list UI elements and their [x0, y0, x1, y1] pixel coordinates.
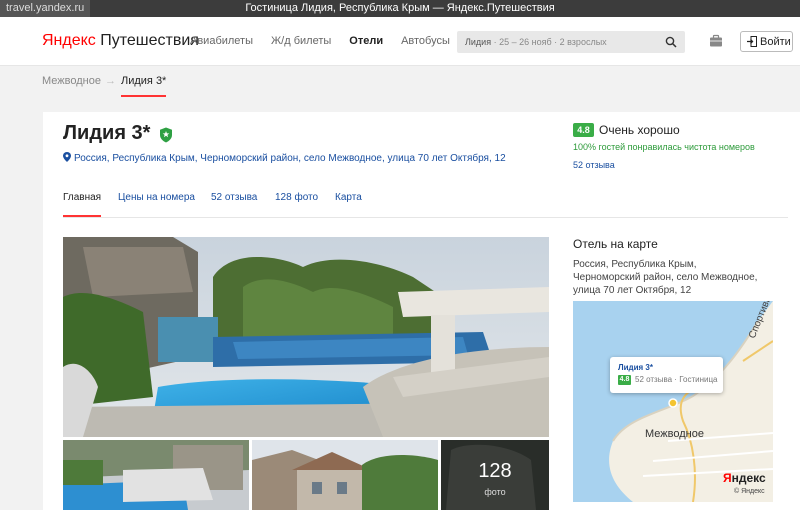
login-icon [747, 36, 757, 47]
hotel-map[interactable]: Лидия 3* 4.8 52 отзыва · Гостиница Межво… [573, 301, 773, 502]
hotel-address-link[interactable]: Россия, Республика Крым, Черноморский ра… [63, 152, 506, 164]
browser-title-bar: travel.yandex.ru Гостиница Лидия, Респуб… [0, 0, 800, 17]
search-icon[interactable] [665, 36, 677, 48]
tab-prices[interactable]: Цены на номера [118, 192, 195, 217]
map-logo-suffix: ндекс [731, 471, 766, 485]
briefcase-icon[interactable] [709, 34, 723, 48]
hotel-card: Лидия 3* Россия, Республика Крым, Черном… [43, 112, 800, 510]
verified-shield-icon [160, 127, 172, 143]
login-label: Войти [760, 36, 791, 48]
nav-hotels[interactable]: Отели [349, 35, 383, 47]
map-section-title: Отель на карте [573, 237, 658, 251]
map-address: Россия, Республика Крым, Черноморский ра… [573, 259, 758, 296]
location-pin-icon [63, 152, 71, 162]
main-nav: Авиабилеты Ж/д билеты Отели Автобусы [190, 17, 468, 65]
reviews-link[interactable]: 52 отзыва [573, 160, 615, 170]
nav-trains[interactable]: Ж/д билеты [271, 35, 331, 47]
tab-main[interactable]: Главная [63, 192, 102, 217]
photo-count: 128 [478, 460, 512, 482]
map-copyright: © Яндекс [734, 488, 765, 495]
thumbnail-photo [63, 440, 249, 510]
gallery-thumbnail[interactable] [63, 440, 249, 510]
breadcrumb-separator: → [105, 75, 116, 87]
hotel-tabs: Главная Цены на номера 52 отзыва 128 фот… [63, 190, 788, 218]
photo-count-label: фото [484, 487, 506, 497]
logo-prefix: Яндекс [42, 32, 96, 49]
gallery-thumbnail[interactable] [252, 440, 438, 510]
map-popup-rating: 4.8 [618, 375, 631, 385]
main-photo[interactable] [63, 237, 549, 437]
search-details: · 25 – 26 нояб · 2 взрослых [491, 37, 607, 47]
map-popup-name: Лидия 3* [618, 363, 653, 372]
rating-label: Очень хорошо [599, 123, 680, 137]
search-place: Лидия [465, 37, 492, 47]
yandex-travel-logo[interactable]: Яндекс Путешествия [42, 32, 199, 50]
search-summary: Лидия · 25 – 26 нояб · 2 взрослых [465, 31, 607, 53]
map-popup-details: 52 отзыва · Гостиница [635, 375, 718, 384]
tab-map[interactable]: Карта [335, 192, 362, 217]
tab-reviews[interactable]: 52 отзыва [211, 192, 257, 217]
login-button[interactable]: Войти [740, 31, 793, 52]
cleanliness-note: 100% гостей понравилась чистота номеров [573, 142, 755, 152]
thumbnail-photo [252, 440, 438, 510]
tab-photos[interactable]: 128 фото [275, 192, 318, 217]
map-town-label: Межводное [645, 428, 704, 440]
site-header: Яндекс Путешествия Авиабилеты Ж/д билеты… [0, 17, 800, 66]
pool-photo [63, 237, 549, 437]
nav-buses[interactable]: Автобусы [401, 35, 450, 47]
window-title: Гостиница Лидия, Республика Крым — Яндек… [245, 2, 555, 14]
search-bar[interactable]: Лидия · 25 – 26 нояб · 2 взрослых [457, 31, 685, 53]
photo-gallery: 128 фото [63, 237, 549, 510]
logo-suffix: Путешествия [95, 32, 199, 49]
map-yandex-logo: Яндекс [723, 471, 766, 485]
rating-badge: 4.8 [573, 123, 594, 137]
nav-flights[interactable]: Авиабилеты [190, 35, 253, 47]
map-logo-prefix: Я [723, 471, 732, 485]
breadcrumb-current[interactable]: Лидия 3* [121, 75, 167, 97]
hotel-name: Лидия 3* [63, 122, 151, 144]
map-hotel-popup[interactable]: Лидия 3* 4.8 52 отзыва · Гостиница [610, 357, 723, 393]
hotel-address: Россия, Республика Крым, Черноморский ра… [74, 153, 506, 164]
more-photos-tile[interactable]: 128 фото [441, 440, 549, 510]
breadcrumb-parent[interactable]: Межводное [42, 75, 101, 87]
